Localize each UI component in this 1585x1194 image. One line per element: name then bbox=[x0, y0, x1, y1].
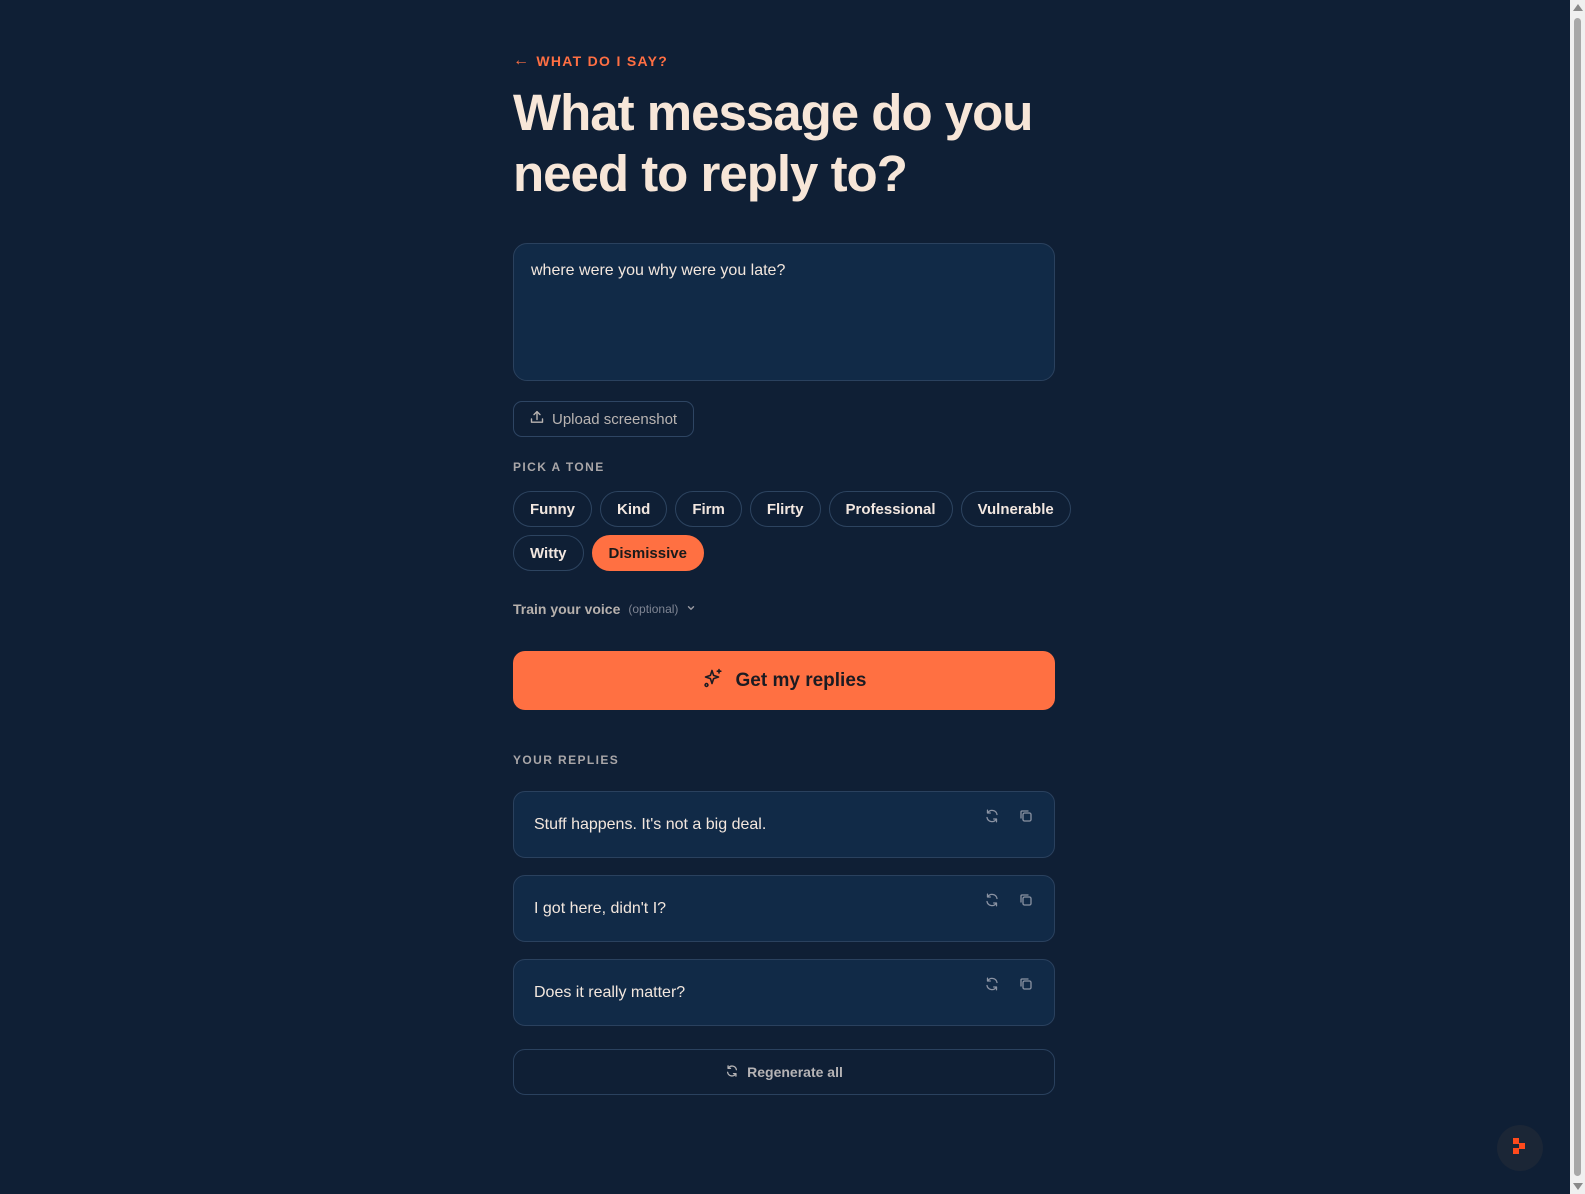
train-voice-toggle[interactable]: Train your voice (optional) bbox=[513, 600, 696, 618]
tone-chip-label: Kind bbox=[617, 500, 651, 518]
sparkles-icon bbox=[702, 667, 724, 695]
copy-icon[interactable] bbox=[1018, 808, 1036, 826]
tone-section-label: PICK A TONE bbox=[513, 460, 605, 474]
app-logo-button[interactable] bbox=[1497, 1125, 1543, 1171]
copy-icon[interactable] bbox=[1018, 976, 1036, 994]
reply-text: I got here, didn't I? bbox=[534, 900, 667, 917]
message-input[interactable]: where were you why were you late? bbox=[513, 243, 1055, 381]
tone-chip-dismissive[interactable]: Dismissive bbox=[591, 535, 704, 571]
reply-card: I got here, didn't I? bbox=[513, 875, 1055, 942]
refresh-icon[interactable] bbox=[984, 808, 1002, 826]
tone-chip-witty[interactable]: Witty bbox=[513, 535, 584, 571]
scroll-down-arrow-icon[interactable] bbox=[1573, 1183, 1583, 1190]
tone-chip-label: Dismissive bbox=[608, 544, 687, 562]
page-title-line-2: need to reply to? bbox=[513, 145, 908, 202]
refresh-icon bbox=[725, 1064, 739, 1081]
tone-chip-flirty[interactable]: Flirty bbox=[749, 491, 821, 527]
upload-icon bbox=[530, 410, 544, 428]
page-title: What message do you need to reply to? bbox=[513, 82, 1073, 204]
message-input-value: where were you why were you late? bbox=[531, 262, 786, 279]
scroll-up-arrow-icon[interactable] bbox=[1573, 4, 1583, 11]
tone-chip-kind[interactable]: Kind bbox=[600, 491, 668, 527]
scrollbar-thumb[interactable] bbox=[1574, 18, 1581, 1176]
replies-section-label: YOUR REPLIES bbox=[513, 753, 620, 767]
tone-chip-firm[interactable]: Firm bbox=[675, 491, 742, 527]
copy-icon[interactable] bbox=[1018, 892, 1036, 910]
refresh-icon[interactable] bbox=[984, 976, 1002, 994]
tone-chip-funny[interactable]: Funny bbox=[513, 491, 592, 527]
back-link[interactable]: ← WHAT DO I SAY? bbox=[513, 52, 668, 70]
reply-text: Does it really matter? bbox=[534, 984, 686, 1001]
reply-card: Does it really matter? bbox=[513, 959, 1055, 1026]
tone-chip-group: Funny Kind Firm Flirty Professional Vuln… bbox=[513, 491, 1073, 571]
tone-chip-label: Flirty bbox=[766, 500, 804, 518]
page-title-line-1: What message do you bbox=[513, 84, 1033, 141]
back-link-label: WHAT DO I SAY? bbox=[536, 53, 669, 69]
reply-card: Stuff happens. It's not a big deal. bbox=[513, 791, 1055, 858]
regenerate-all-label: Regenerate all bbox=[747, 1064, 843, 1080]
logo-icon bbox=[1511, 1136, 1529, 1161]
train-voice-hint: (optional) bbox=[628, 602, 679, 616]
upload-screenshot-label: Upload screenshot bbox=[552, 410, 678, 428]
tone-chip-label: Vulnerable bbox=[977, 500, 1054, 518]
refresh-icon[interactable] bbox=[984, 892, 1002, 910]
tone-chip-label: Funny bbox=[530, 500, 575, 518]
tone-chip-label: Professional bbox=[845, 500, 936, 518]
arrow-left-icon: ← bbox=[513, 52, 531, 69]
vertical-scrollbar[interactable] bbox=[1570, 0, 1585, 1194]
chevron-down-icon bbox=[686, 600, 696, 618]
reply-text: Stuff happens. It's not a big deal. bbox=[534, 816, 767, 833]
train-voice-label: Train your voice bbox=[513, 601, 621, 617]
upload-screenshot-button[interactable]: Upload screenshot bbox=[513, 401, 695, 437]
tone-chip-label: Firm bbox=[692, 500, 725, 518]
get-replies-label: Get my replies bbox=[735, 669, 867, 691]
tone-chip-vulnerable[interactable]: Vulnerable bbox=[960, 491, 1071, 527]
regenerate-all-button[interactable]: Regenerate all bbox=[513, 1049, 1055, 1095]
get-replies-button[interactable]: Get my replies bbox=[513, 651, 1055, 710]
tone-chip-label: Witty bbox=[530, 544, 567, 562]
tone-chip-professional[interactable]: Professional bbox=[828, 491, 953, 527]
